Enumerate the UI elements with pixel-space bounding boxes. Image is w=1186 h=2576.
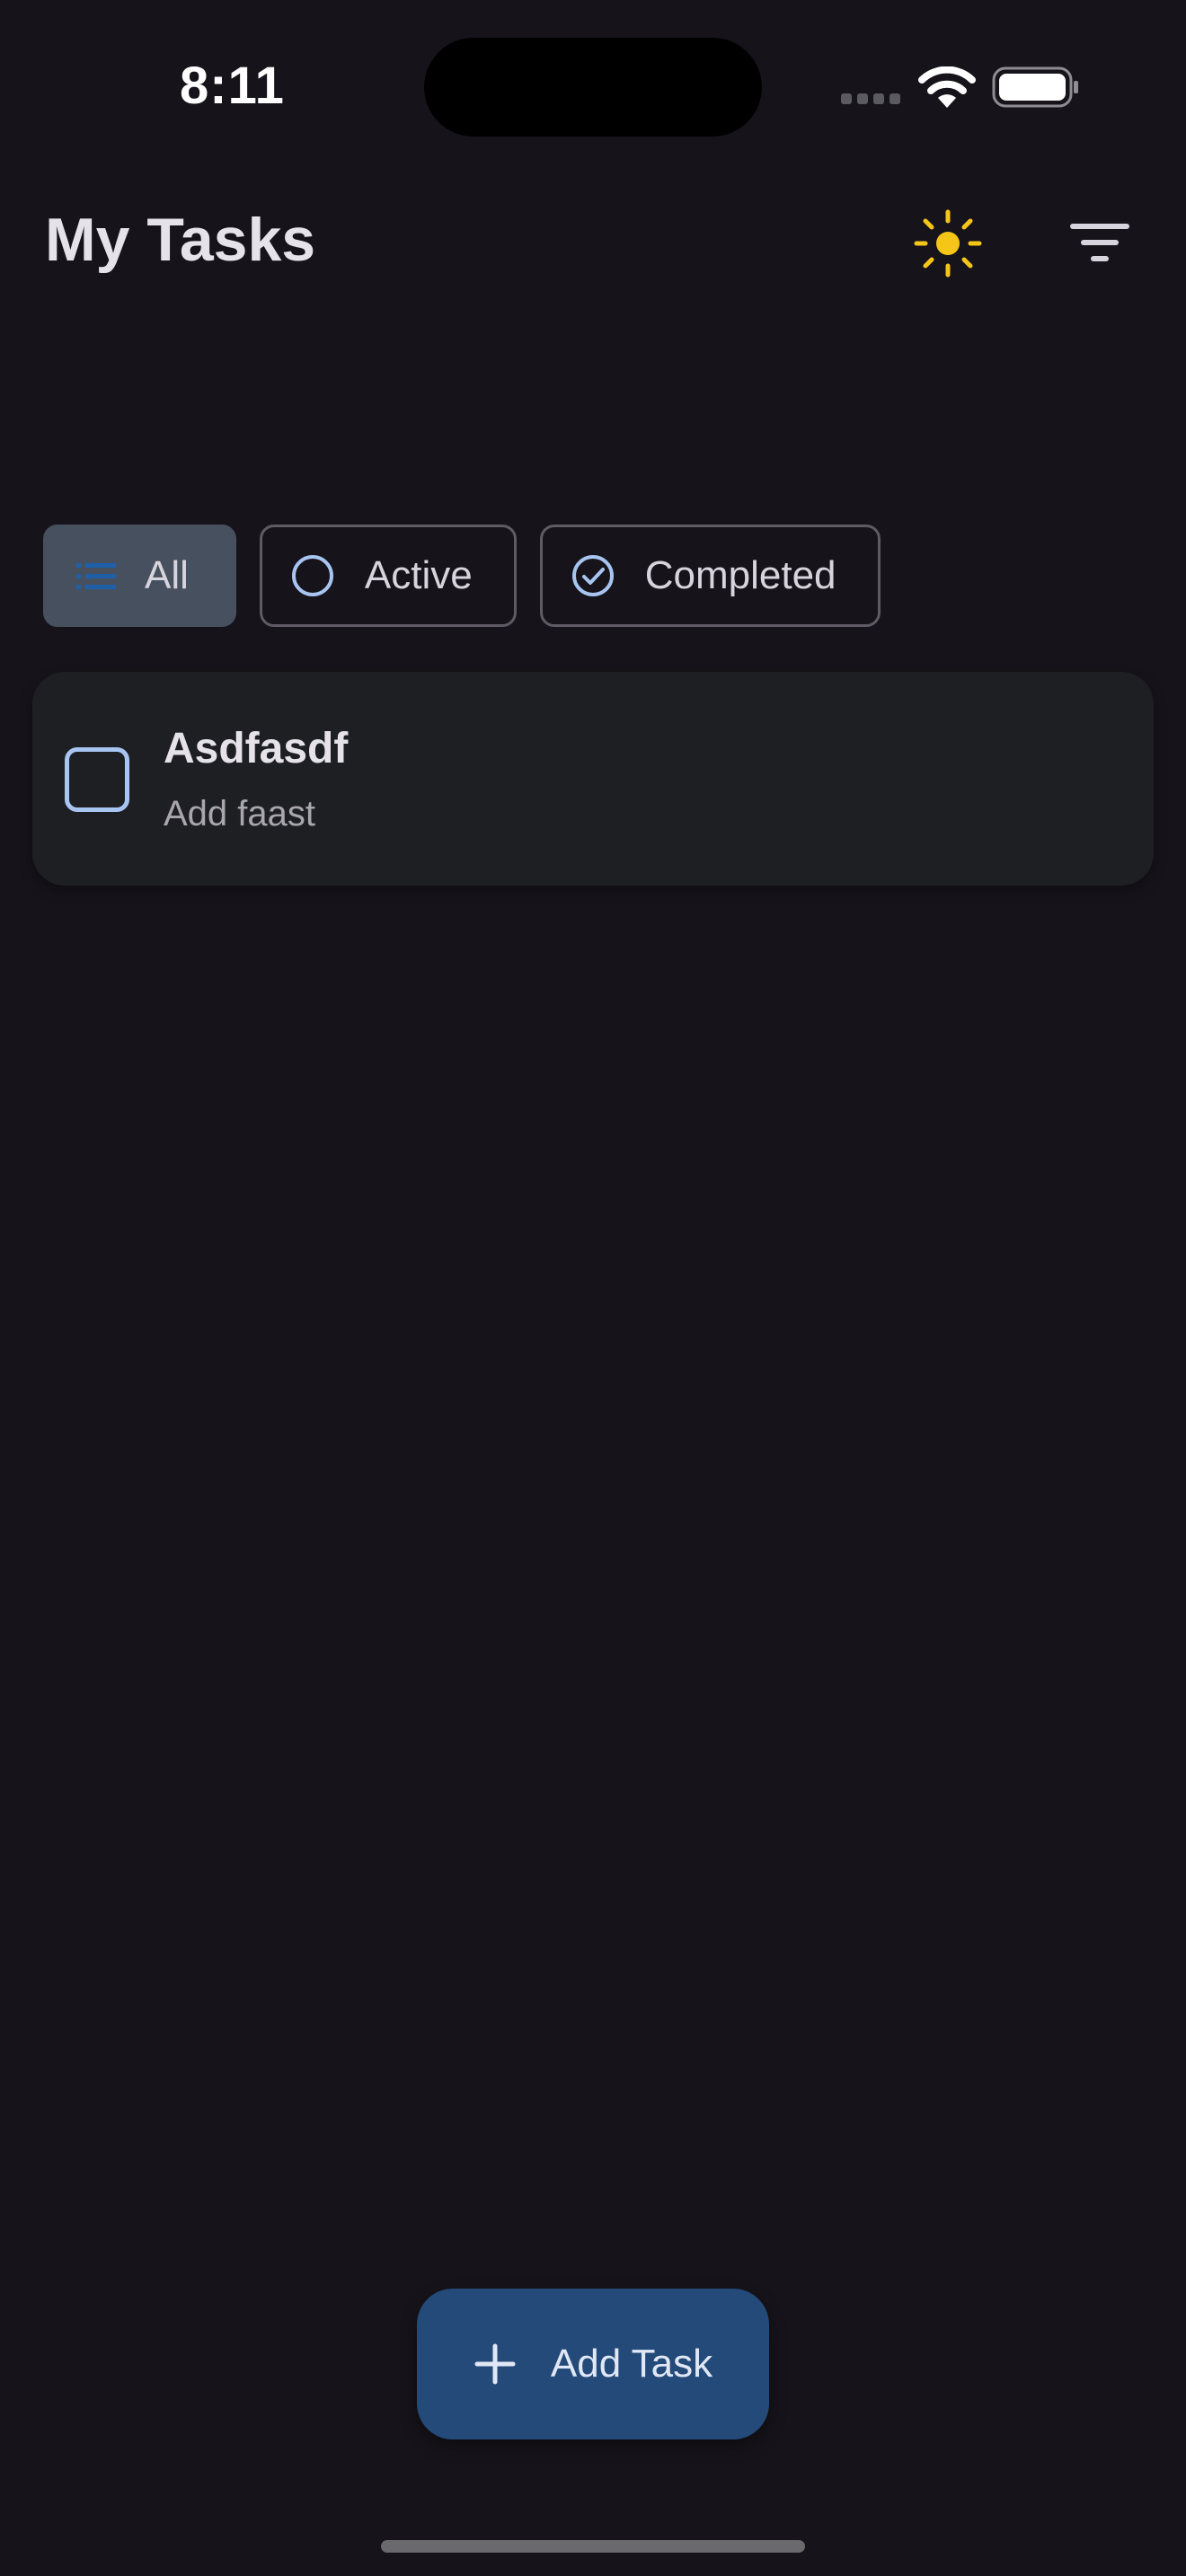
task-title: Asdfasdf — [164, 725, 349, 772]
chip-completed-label: Completed — [644, 553, 836, 597]
task-description: Add faast — [164, 794, 316, 834]
task-card[interactable]: Asdfasdf Add faast — [32, 672, 1154, 886]
list-icon — [73, 552, 119, 599]
chip-active[interactable]: Active — [259, 525, 517, 627]
filter-button[interactable] — [1069, 216, 1130, 269]
screen: 8:11 My Tasks All Active Completed Asdfa… — [0, 0, 1186, 2576]
circle-icon — [289, 552, 336, 599]
chip-completed[interactable]: Completed — [539, 525, 881, 627]
wifi-icon — [918, 66, 976, 108]
theme-toggle-button[interactable] — [913, 208, 983, 278]
dynamic-island — [424, 38, 762, 137]
add-task-label: Add Task — [550, 2342, 713, 2386]
sun-icon — [914, 209, 982, 278]
chip-all-label: All — [145, 553, 189, 597]
task-checkbox[interactable] — [65, 747, 129, 812]
home-indicator — [381, 2540, 805, 2553]
status-time: 8:11 — [180, 57, 285, 115]
filter-chips: All Active Completed — [43, 525, 881, 627]
battery-icon — [992, 66, 1078, 108]
filter-icon — [1070, 224, 1129, 261]
plus-icon — [474, 2343, 516, 2385]
chip-all[interactable]: All — [43, 525, 236, 627]
add-task-button[interactable]: Add Task — [417, 2289, 769, 2439]
page-title: My Tasks — [45, 206, 316, 274]
check-circle-icon — [570, 552, 616, 599]
chip-active-label: Active — [364, 553, 473, 597]
cellular-signal-icon — [841, 93, 900, 106]
